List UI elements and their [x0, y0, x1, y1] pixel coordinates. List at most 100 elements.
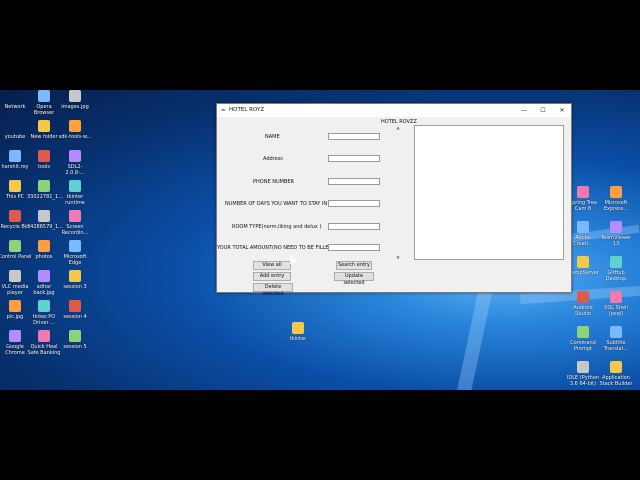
desktop-icon-col2-5[interactable]: photos — [27, 240, 61, 260]
desktop-icon-label: tinker.PO Driver ... — [32, 314, 56, 326]
room-type-input[interactable] — [328, 223, 380, 230]
app-icon — [38, 150, 50, 162]
app-icon — [69, 120, 81, 132]
phone-input[interactable] — [328, 178, 380, 185]
desktop-icon-right2-5[interactable]: Application Stack Builder — [599, 361, 633, 387]
desktop-icon-col3-8[interactable]: session 5 — [58, 330, 92, 350]
desktop-icon-col2-7[interactable]: tinker.PO Driver ... — [27, 300, 61, 326]
app-icon — [69, 330, 81, 342]
minimize-button[interactable]: — — [519, 106, 529, 115]
desktop-icon-col2-6[interactable]: adhar back.jpg — [27, 270, 61, 296]
app-icon — [577, 326, 589, 338]
scroll-up-icon[interactable]: ▲ — [395, 125, 401, 130]
app-icon — [577, 291, 589, 303]
total-amount-input[interactable] — [328, 244, 380, 251]
desktop-icon-label: adhar back.jpg — [33, 284, 55, 296]
app-icon — [577, 186, 589, 198]
app-icon — [9, 180, 21, 192]
view-all-button[interactable]: View all — [253, 261, 291, 270]
app-icon — [69, 270, 81, 282]
desktop-icon-label: Microsoft Express... — [603, 200, 629, 212]
address-input[interactable] — [328, 155, 380, 162]
desktop-icon-right2-0[interactable]: Microsoft Express... — [599, 186, 633, 212]
title-bar: ✒ HOTEL ROYZ — ☐ ✕ — [217, 104, 571, 117]
app-icon — [9, 210, 21, 222]
desktop-icon-label: 33022781_1... — [27, 194, 63, 200]
name-input[interactable] — [328, 133, 380, 140]
desktop-icon-right2-3[interactable]: SQL Shell (psql) — [599, 291, 633, 317]
maximize-button[interactable]: ☐ — [538, 106, 548, 115]
desktop-icon-right1-5[interactable]: IDLE (Python 3.6 64-bit) — [566, 361, 600, 387]
hotel-app-window: ✒ HOTEL ROYZ — ☐ ✕ HOTEL ROVZZ NAME Addr… — [216, 103, 572, 297]
search-entry-button[interactable]: Search entry — [336, 261, 372, 270]
desktop-icon-col2-8[interactable]: Quick Heal Safe Banking — [27, 330, 61, 356]
desktop-icon-label: GitHub Desktop — [605, 270, 627, 282]
app-icon — [610, 186, 622, 198]
update-selected-button[interactable]: Update selected — [334, 272, 374, 286]
listbox-scrollbar[interactable]: ▲ ▼ — [395, 125, 401, 260]
app-icon — [69, 210, 81, 222]
desktop-icon-col3-6[interactable]: session 3 — [58, 270, 92, 290]
desktop-icon-label: SQL Shell (psql) — [604, 305, 628, 317]
room-type-label: ROOM TYPE(norm,liking and delux ) — [232, 224, 322, 230]
desktop-icon-label: Quick Heal Safe Banking — [27, 344, 61, 356]
screen: Network youtube harshit.roy This PC Recycle … — [0, 0, 640, 480]
app-icon — [9, 90, 21, 102]
entries-listbox[interactable] — [414, 125, 564, 260]
desktop-icon-label: tkinter runtime — [65, 194, 85, 206]
desktop-icon-right2-4[interactable]: Subtitle Translat... — [599, 326, 633, 352]
desktop-icon-label: session 3 — [63, 284, 87, 290]
desktop-icon-label: Android Studio — [573, 305, 593, 317]
desktop-icon-label: session 5 — [63, 344, 87, 350]
app-icon — [38, 180, 50, 192]
desktop-icon-label: sdk-tools-w... — [58, 134, 92, 140]
scroll-down-icon[interactable]: ▼ — [395, 255, 401, 260]
folder-icon — [292, 322, 304, 334]
address-label: Address — [263, 156, 283, 162]
add-entry-button[interactable]: Add entry — [253, 272, 291, 281]
app-icon — [9, 270, 21, 282]
desktop-icon-label: Subtitle Translat... — [603, 340, 629, 352]
total-amount-label: YOUR TOTAL AMOUNT(NO NEED TO BE FILLED) — [217, 245, 335, 251]
desktop-icon-col2-0[interactable]: Opera Browser — [27, 90, 61, 116]
app-icon — [38, 270, 50, 282]
app-icon — [9, 120, 21, 132]
desktop-icon-col3-2[interactable]: SDL2-2.0.8-... — [58, 150, 92, 176]
app-icon — [610, 361, 622, 373]
desktop-icon-col2-3[interactable]: 33022781_1... — [27, 180, 63, 200]
desktop-icon-col2-1[interactable]: New folder — [27, 120, 61, 140]
desktop-icon-right2-1[interactable]: TeamViewer 13 — [599, 221, 633, 247]
desktop-icon-col3-4[interactable]: Screen Recordin... — [58, 210, 92, 236]
days-input[interactable] — [328, 200, 380, 207]
desktop-icon-col2-2[interactable]: tools — [27, 150, 61, 170]
tkinter-folder[interactable]: tkinter — [281, 322, 315, 342]
app-icon — [9, 330, 21, 342]
desktop-icon-label: images.jpg — [61, 104, 89, 110]
desktop-icon-right2-2[interactable]: GitHub Desktop — [599, 256, 633, 282]
desktop-icon-label: Opera Browser — [33, 104, 55, 116]
app-icon — [610, 256, 622, 268]
delete-selected-button[interactable]: Delete selected — [253, 283, 293, 297]
desktop-icon-col3-3[interactable]: tkinter runtime — [58, 180, 92, 206]
desktop-icon-col3-7[interactable]: session 4 — [58, 300, 92, 320]
app-icon — [577, 221, 589, 233]
feather-icon: ✒ — [221, 107, 227, 114]
app-icon — [9, 240, 21, 252]
app-icon — [38, 240, 50, 252]
desktop-icon-right1-3[interactable]: Android Studio — [566, 291, 600, 317]
app-icon — [9, 300, 21, 312]
desktop-icon-label: session 4 — [63, 314, 87, 320]
desktop-icon-col3-0[interactable]: images.jpg — [58, 90, 92, 110]
days-label: NUMBER OF DAYS YOU WANT TO STAY IN — [225, 201, 328, 207]
desktop-icon-label: Application Stack Builder — [599, 375, 633, 387]
desktop-icon-label: 34286579_1... — [27, 224, 63, 230]
desktop-icon-col3-1[interactable]: sdk-tools-w... — [58, 120, 92, 140]
close-button[interactable]: ✕ — [557, 106, 567, 115]
window-title: HOTEL ROYZ — [229, 107, 265, 113]
app-icon — [610, 326, 622, 338]
app-icon — [610, 291, 622, 303]
app-icon — [69, 90, 81, 102]
desktop-icon-col2-4[interactable]: 34286579_1... — [27, 210, 63, 230]
desktop-icon-right1-4[interactable]: Command Prompt — [566, 326, 600, 352]
desktop-icon-col3-5[interactable]: Microsoft Edge — [58, 240, 92, 266]
